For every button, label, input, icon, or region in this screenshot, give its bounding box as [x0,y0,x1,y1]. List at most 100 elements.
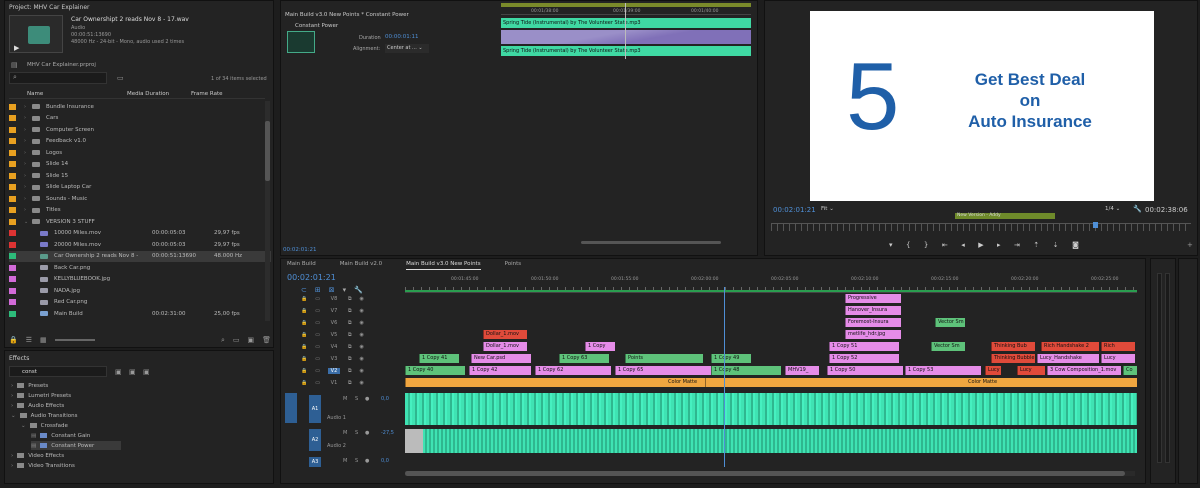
sync-lock-icon[interactable]: ⧉ [348,380,352,386]
track-target-icon[interactable]: ▭ [315,344,320,350]
track-target-icon[interactable]: ▭ [315,356,320,362]
track-name[interactable]: V7 [328,308,340,314]
project-item[interactable]: › Bundle Insurance [9,101,271,112]
track-name[interactable]: V4 [328,344,340,350]
track-target-icon[interactable]: ▭ [315,320,320,326]
chevron-right-icon[interactable]: › [24,127,32,133]
color-label[interactable] [9,299,16,305]
timeline-clip[interactable]: 1 Copy 48 [711,366,781,375]
find-icon[interactable]: ⌕ [221,336,225,344]
mark-in-icon[interactable]: { [906,241,910,251]
mic-icon[interactable]: ● [365,396,369,402]
effects-item[interactable]: › Lumetri Presets [11,391,71,400]
eye-icon[interactable]: ◉ [360,308,364,314]
project-item[interactable]: Red Car.png [9,297,271,308]
sync-lock-icon[interactable]: ⧉ [348,344,352,350]
tab-main-build-v3[interactable]: Main Build v3.0 New Points [406,261,481,270]
color-label[interactable] [9,115,16,121]
chevron-right-icon[interactable]: › [24,138,32,144]
project-item[interactable]: › Slide Laptop Car [9,182,271,193]
settings-icon[interactable]: 🔧 [1133,205,1142,213]
chevron-right-icon[interactable]: › [24,207,32,213]
timeline-clip[interactable]: Dollar_1.mov [483,330,527,339]
timeline-clip[interactable]: 1 Copy 51 [829,342,899,351]
program-scrubber[interactable] [771,223,1191,231]
track-target-icon[interactable]: ▭ [315,296,320,302]
project-item[interactable]: Back Car.png [9,262,271,273]
go-to-in-icon[interactable]: ⇤ [942,241,948,251]
header-frame-rate[interactable]: Frame Rate [191,91,251,97]
ec-transition[interactable] [501,30,751,44]
timeline-clip[interactable]: Points [625,354,703,363]
zoom-slider[interactable] [54,339,95,341]
timeline-clip[interactable]: 1 Copy 65 [615,366,711,375]
eye-icon[interactable]: ◉ [360,296,364,302]
color-label[interactable] [9,195,16,202]
tab-main-build-v2[interactable]: Main Build v2.0 [340,261,382,270]
ec-playhead[interactable] [625,3,626,59]
audio-clip[interactable] [423,429,1137,453]
project-item[interactable]: Car Ownership 2 reads Nov 8 - 00:00:51:13… [9,250,271,262]
eye-icon[interactable]: ◉ [360,320,364,326]
track-volume[interactable]: 0,0 [381,458,389,464]
track-name[interactable]: V1 [328,380,340,386]
project-item[interactable]: › Computer Screen [9,124,271,135]
lock-icon[interactable]: 🔒 [301,320,307,326]
project-item[interactable]: › Logos [9,147,271,158]
project-item[interactable]: KELLYBLUEBOOK.jpg [9,274,271,285]
step-back-icon[interactable]: ◂ [961,241,965,251]
project-item[interactable]: ⌄ VERSION 3 STUFF [9,216,271,227]
add-marker-icon[interactable]: ▾ [889,241,893,251]
list-view-icon[interactable]: ☰ [26,336,32,344]
chevron-right-icon[interactable]: › [24,115,32,121]
chevron-right-icon[interactable]: › [24,196,32,202]
color-label[interactable] [9,184,16,190]
audio-clip[interactable] [405,393,1137,425]
chevron-down-icon[interactable]: ⌄ [24,219,32,225]
timeline-clip[interactable]: 1 Copy [585,342,615,351]
add-button-icon[interactable]: + [1187,241,1193,249]
timeline-clip[interactable]: Thinking Bubble [991,354,1035,363]
project-item[interactable]: › Slide 14 [9,159,271,170]
work-area-bar[interactable] [405,290,1137,292]
effects-item[interactable]: ▤ Constant Gain [31,431,90,440]
program-timecode[interactable]: 00:02:01:21 [773,206,816,214]
accelerated-icon[interactable]: ▣ [115,368,122,376]
timeline-clip[interactable]: Dollar_1.mov [483,342,527,351]
timeline-clip[interactable]: 1 Copy 42 [469,366,531,375]
mute-button[interactable]: M [343,396,347,402]
ec-timecode[interactable]: 00:02:01:21 [283,247,317,253]
play-icon[interactable]: ▶ [14,44,19,52]
chevron-right-icon[interactable]: › [24,161,32,167]
play-button-icon[interactable]: ▶ [978,241,983,251]
solo-button[interactable]: S [355,430,358,436]
mute-button[interactable]: M [343,430,347,436]
project-item[interactable]: › Titles [9,205,271,216]
timeline-clip[interactable]: 1 Copy 53 [905,366,981,375]
video-track-header[interactable]: 🔒 ▭ V1 ⧉ ◉ [301,377,401,388]
track-target-icon[interactable]: ▭ [315,380,320,386]
lock-icon[interactable]: 🔒 [9,336,18,344]
color-label[interactable] [9,241,16,248]
color-label[interactable] [9,264,16,271]
timeline-clip[interactable]: 1 Copy 49 [711,354,751,363]
tab-points[interactable]: Points [505,261,522,270]
timeline-clip[interactable]: 1 Copy 50 [827,366,903,375]
new-bin-icon[interactable]: ▭ [117,74,124,82]
timeline-clip[interactable]: Lucy Think [985,366,1001,375]
track-name[interactable]: V8 [328,296,340,302]
track-name[interactable]: V2 [327,367,340,374]
effects-item[interactable]: › Video Transitions [11,461,75,470]
yuv-icon[interactable]: ▣ [143,368,150,376]
project-item[interactable]: › Feedback v1.0 [9,136,271,147]
track-name[interactable]: V3 [328,356,340,362]
lock-icon[interactable]: 🔒 [301,344,307,350]
ec-audio-clip[interactable]: Spring Tide (Instrumental) by The Volunt… [501,18,751,28]
video-track-header[interactable]: 🔒 ▭ V3 ⧉ ◉ [301,353,401,364]
tab-main-build[interactable]: Main Build [287,261,316,270]
color-label[interactable] [9,149,16,156]
sync-lock-icon[interactable]: ⧉ [348,332,352,338]
ec-scroll[interactable] [581,241,721,244]
header-name[interactable]: Name [9,91,127,97]
icon-view-icon[interactable]: ▦ [40,336,47,344]
